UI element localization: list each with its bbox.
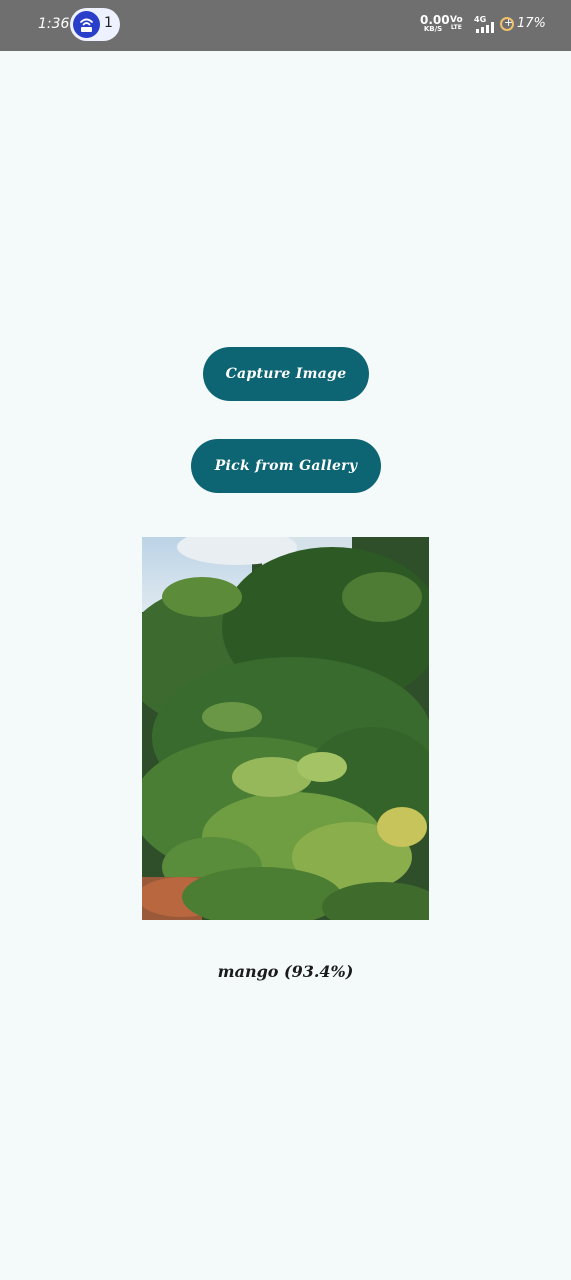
- hotspot-icon: [73, 11, 100, 38]
- status-bar: 1:36 1 0.00 KB/S Vo LTE 4G 17%: [0, 0, 571, 51]
- pick-from-gallery-button[interactable]: Pick from Gallery: [191, 439, 381, 493]
- volte-indicator: Vo LTE: [450, 16, 463, 31]
- prediction-result: mango (93.4%): [217, 962, 354, 981]
- battery-percent: 17%: [517, 16, 546, 31]
- status-time: 1:36: [38, 16, 70, 32]
- network-speed: 0.00 KB/S: [420, 14, 450, 33]
- hotspot-indicator[interactable]: 1: [70, 8, 120, 41]
- hotspot-count: 1: [104, 15, 113, 31]
- selected-image: [142, 537, 429, 920]
- battery-saver-icon: [500, 16, 514, 31]
- network-speed-unit: KB/S: [423, 25, 443, 33]
- volte-bottom: LTE: [450, 24, 462, 31]
- capture-image-button[interactable]: Capture Image: [203, 347, 369, 401]
